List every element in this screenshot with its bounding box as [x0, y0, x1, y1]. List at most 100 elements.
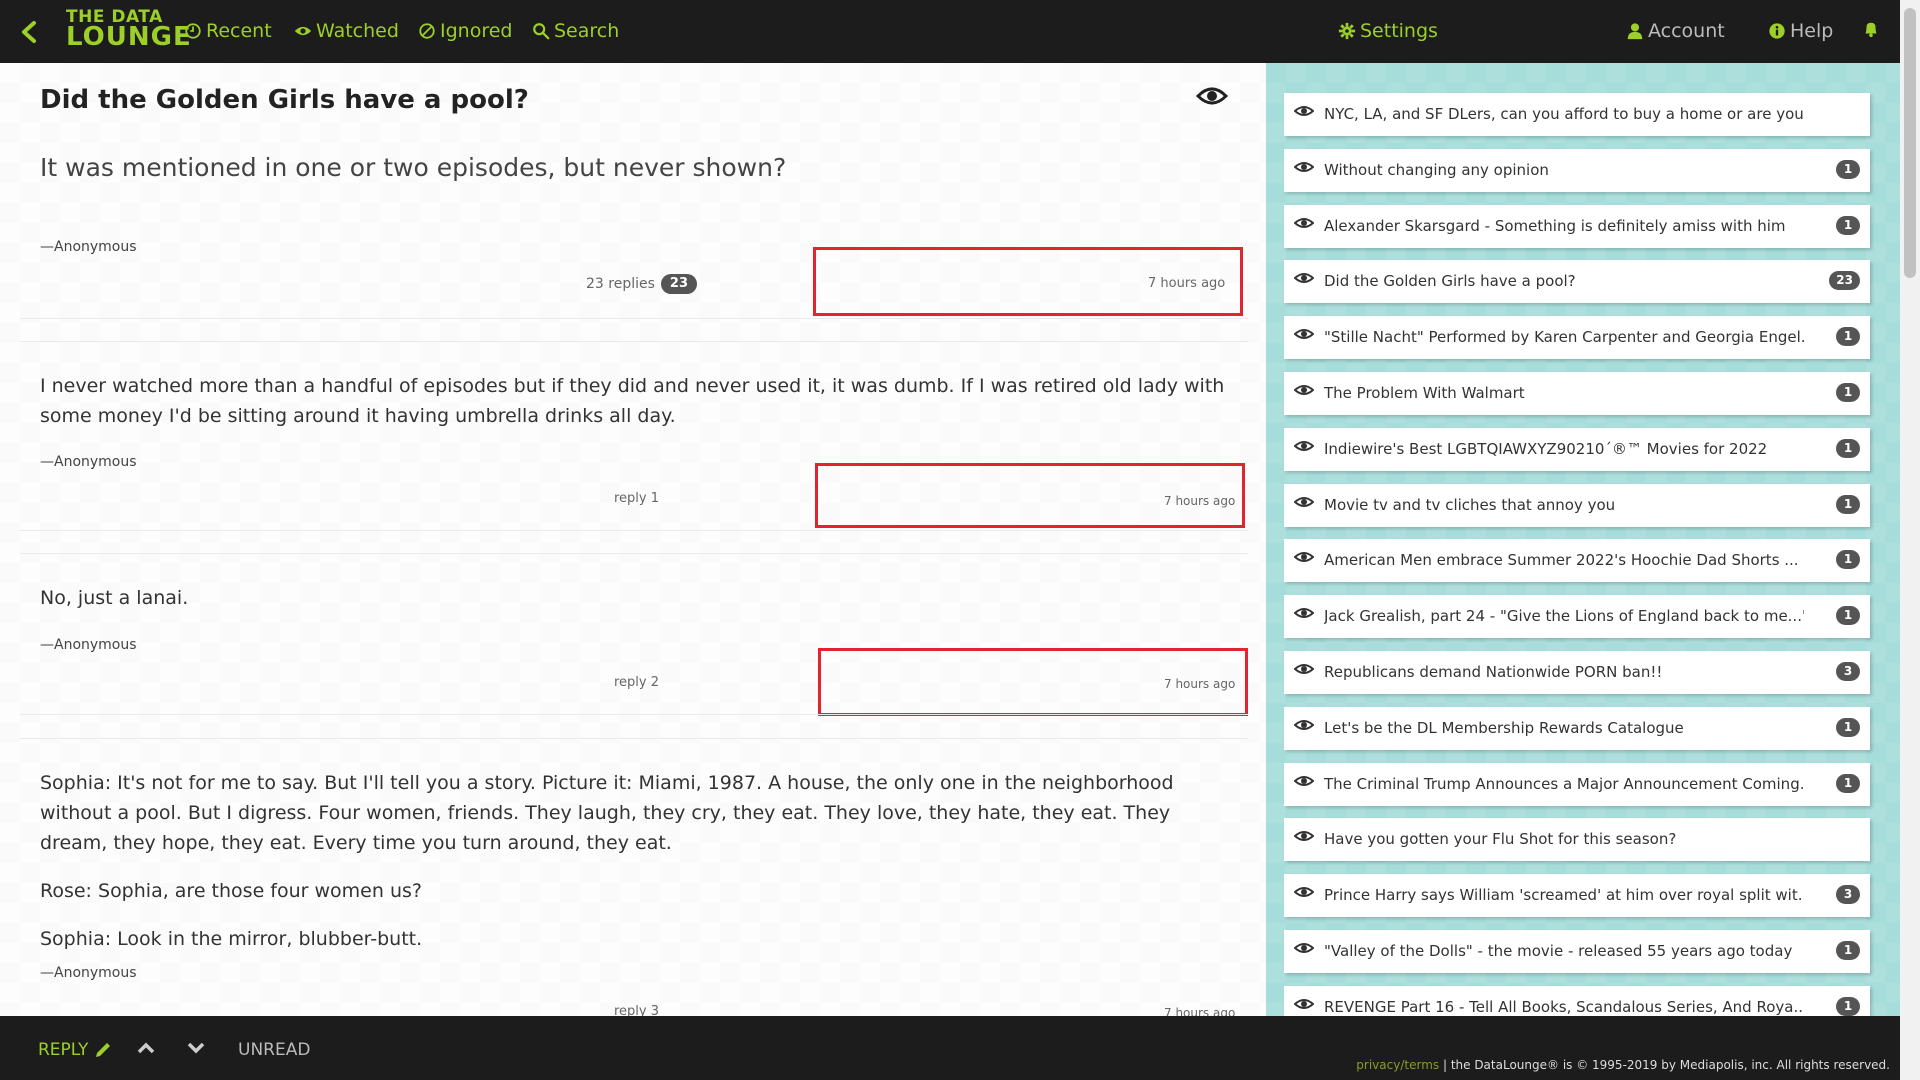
nav-ignored[interactable]: Ignored	[418, 20, 512, 42]
sidebar-thread-item[interactable]: The Problem With Walmart 1	[1284, 372, 1870, 415]
top-nav-bar: THE DATA LOUNGE Recent Watched Ignored S…	[0, 0, 1900, 63]
eye-icon[interactable]	[1294, 159, 1314, 175]
eye-icon[interactable]	[1294, 717, 1314, 733]
post-paragraph: Sophia: It's not for me to say. But I'll…	[40, 772, 1174, 854]
post-timestamp[interactable]: 7 hours ago	[1164, 677, 1235, 691]
post-timestamp[interactable]: 7 hours ago	[1164, 1006, 1235, 1016]
eye-icon[interactable]	[1294, 494, 1314, 510]
reply-count-badge: 1	[1836, 717, 1860, 737]
reply-count-badge: 3	[1836, 885, 1860, 905]
reply-number-link[interactable]: reply 2	[614, 675, 659, 690]
sidebar-thread-title: Indiewire's Best LGBTQIAWXYZ90210´®™ Mov…	[1324, 439, 1768, 458]
eye-icon[interactable]	[1294, 103, 1314, 119]
eye-icon[interactable]	[1294, 605, 1314, 621]
reply-number-link[interactable]: reply 1	[614, 491, 659, 506]
eye-icon[interactable]	[1294, 326, 1314, 342]
sidebar-thread-title: "Stille Nacht" Performed by Karen Carpen…	[1324, 328, 1804, 347]
reply-count-badge: 1	[1836, 550, 1860, 570]
post-author: —Anonymous	[40, 637, 137, 653]
nav-account[interactable]: Account	[1626, 20, 1725, 42]
nav-watched-label: Watched	[316, 20, 399, 42]
watch-thread-eye-icon[interactable]	[1196, 83, 1228, 109]
eye-icon[interactable]	[1294, 438, 1314, 454]
eye-icon[interactable]	[1294, 828, 1314, 844]
page-scrollbar[interactable]	[1900, 0, 1920, 1080]
sidebar-thread-item[interactable]: Alexander Skarsgard - Something is defin…	[1284, 204, 1870, 248]
thread-title: Did the Golden Girls have a pool?	[40, 85, 529, 115]
sidebar-thread-item[interactable]: Movie tv and tv cliches that annoy you 1	[1284, 483, 1870, 527]
reply-count-badge: 1	[1836, 996, 1860, 1016]
sidebar-thread-item[interactable]: Without changing any opinion 1	[1284, 148, 1870, 192]
post-author: —Anonymous	[40, 965, 137, 981]
eye-icon[interactable]	[1294, 661, 1314, 677]
chevron-up-icon[interactable]	[136, 1040, 156, 1056]
ignore-icon	[419, 23, 435, 39]
post-divider	[20, 738, 1248, 739]
datalounge-logo[interactable]: THE DATA LOUNGE	[66, 8, 192, 50]
sidebar-thread-item[interactable]: REVENGE Part 16 - Tell All Books, Scanda…	[1284, 985, 1870, 1016]
reply-count-badge: 1	[1836, 494, 1860, 514]
sidebar-thread-title: The Problem With Walmart	[1324, 384, 1525, 402]
nav-account-label: Account	[1648, 20, 1725, 42]
clock-icon	[185, 23, 201, 39]
reply-button[interactable]: REPLY	[38, 1040, 112, 1060]
eye-icon[interactable]	[1294, 940, 1314, 956]
reply-count-link[interactable]: 23 replies 23	[586, 274, 697, 294]
eye-icon[interactable]	[1294, 270, 1314, 286]
sidebar-thread-item[interactable]: Prince Harry says William 'screamed' at …	[1284, 874, 1870, 918]
eye-icon[interactable]	[1294, 549, 1314, 565]
post-timestamp[interactable]: 7 hours ago	[1148, 276, 1225, 291]
chevron-down-icon[interactable]	[186, 1040, 206, 1056]
eye-icon[interactable]	[1294, 884, 1314, 900]
nav-recent[interactable]: Recent	[184, 20, 272, 42]
post-timestamp[interactable]: 7 hours ago	[1164, 494, 1235, 508]
sidebar-thread-title: Jack Grealish, part 24 - "Give the Lions…	[1324, 607, 1804, 626]
nav-help[interactable]: Help	[1768, 20, 1833, 42]
user-icon	[1627, 23, 1643, 40]
post-paragraph: Sophia: Look in the mirror, blubber-butt…	[40, 928, 423, 950]
bottom-bar: REPLY UNREAD privacy/terms | the DataLou…	[0, 1016, 1900, 1080]
post-body: No, just a lanai.	[40, 587, 189, 609]
reply-count-badge: 1	[1836, 215, 1860, 235]
eye-icon[interactable]	[1294, 773, 1314, 789]
sidebar-thread-item[interactable]: Let's be the DL Membership Rewards Catal…	[1284, 706, 1870, 750]
sidebar-thread-item[interactable]: Republicans demand Nationwide PORN ban!!…	[1284, 651, 1870, 694]
reply-count-badge: 1	[1836, 438, 1860, 458]
gear-icon	[1338, 22, 1356, 40]
reply-count-badge: 23	[660, 274, 697, 294]
sidebar-thread-item[interactable]: "Stille Nacht" Performed by Karen Carpen…	[1284, 316, 1870, 360]
nav-search[interactable]: Search	[532, 20, 619, 42]
sidebar-thread-item[interactable]: Have you gotten your Flu Shot for this s…	[1284, 818, 1870, 862]
sidebar-thread-item[interactable]: The Criminal Trump Announces a Major Ann…	[1284, 762, 1870, 806]
scrollbar-thumb[interactable]	[1904, 8, 1916, 278]
sidebar-thread-item[interactable]: NYC, LA, and SF DLers, can you afford to…	[1284, 93, 1870, 136]
sidebar-thread-item[interactable]: American Men embrace Summer 2022's Hooch…	[1284, 539, 1870, 583]
back-arrow-icon[interactable]	[18, 20, 42, 44]
nav-recent-label: Recent	[206, 20, 272, 42]
sidebar-thread-item[interactable]: Jack Grealish, part 24 - "Give the Lions…	[1284, 595, 1870, 639]
nav-ignored-label: Ignored	[440, 20, 513, 42]
sidebar-thread-item[interactable]: Did the Golden Girls have a pool? 23	[1284, 260, 1870, 304]
eye-icon[interactable]	[1294, 215, 1314, 231]
nav-watched[interactable]: Watched	[294, 20, 399, 42]
reply-count-badge: 1	[1836, 159, 1860, 179]
sidebar-thread-title: Let's be the DL Membership Rewards Catal…	[1324, 718, 1684, 737]
sidebar-thread-title: The Criminal Trump Announces a Major Ann…	[1324, 774, 1804, 793]
post-body: I never watched more than a handful of e…	[40, 375, 1225, 427]
sidebar-thread-item[interactable]: "Valley of the Dolls" - the movie - rele…	[1284, 930, 1870, 973]
thread-sidebar: NYC, LA, and SF DLers, can you afford to…	[1266, 63, 1900, 1016]
search-icon	[533, 23, 550, 40]
reply-count-badge: 1	[1836, 941, 1860, 960]
unread-button[interactable]: UNREAD	[238, 1040, 310, 1060]
nav-notifications[interactable]	[1862, 20, 1880, 38]
reply-number-link[interactable]: reply 3	[614, 1004, 659, 1016]
post-author: —Anonymous	[40, 454, 137, 470]
privacy-terms-link[interactable]: privacy/terms	[1356, 1058, 1439, 1072]
eye-icon[interactable]	[1294, 996, 1314, 1012]
sidebar-thread-title: American Men embrace Summer 2022's Hooch…	[1324, 551, 1799, 570]
sidebar-thread-title: Without changing any opinion	[1324, 160, 1549, 179]
post-divider	[20, 714, 1248, 715]
sidebar-thread-item[interactable]: Indiewire's Best LGBTQIAWXYZ90210´®™ Mov…	[1284, 427, 1870, 471]
nav-settings[interactable]: Settings	[1338, 20, 1438, 42]
eye-icon[interactable]	[1294, 382, 1314, 398]
